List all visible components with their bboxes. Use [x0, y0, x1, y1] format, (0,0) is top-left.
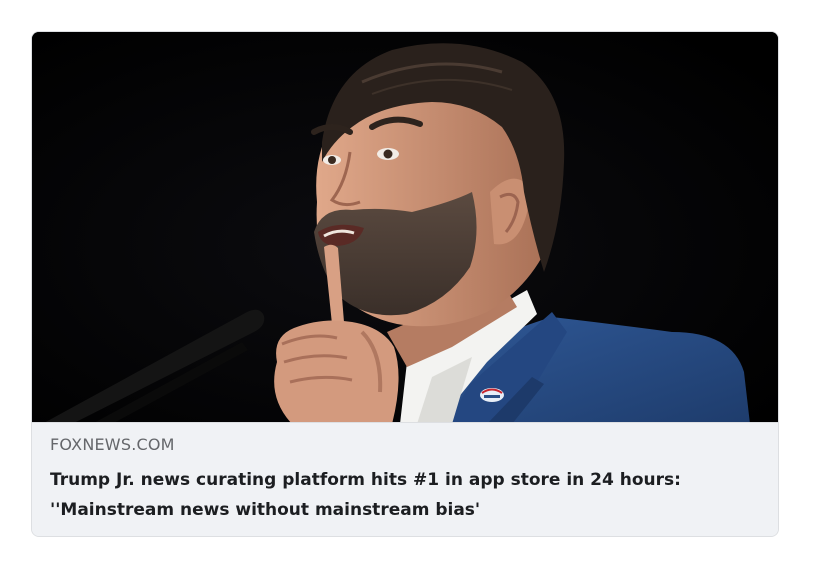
link-preview-card[interactable]: FOXNEWS.COM Trump Jr. news curating plat… — [31, 31, 779, 537]
article-image[interactable] — [32, 32, 778, 422]
lapel-pin-icon — [480, 388, 504, 402]
article-headline[interactable]: Trump Jr. news curating platform hits #1… — [50, 465, 762, 525]
source-domain: FOXNEWS.COM — [50, 435, 175, 454]
link-preview-text[interactable]: FOXNEWS.COM Trump Jr. news curating plat… — [32, 422, 778, 536]
